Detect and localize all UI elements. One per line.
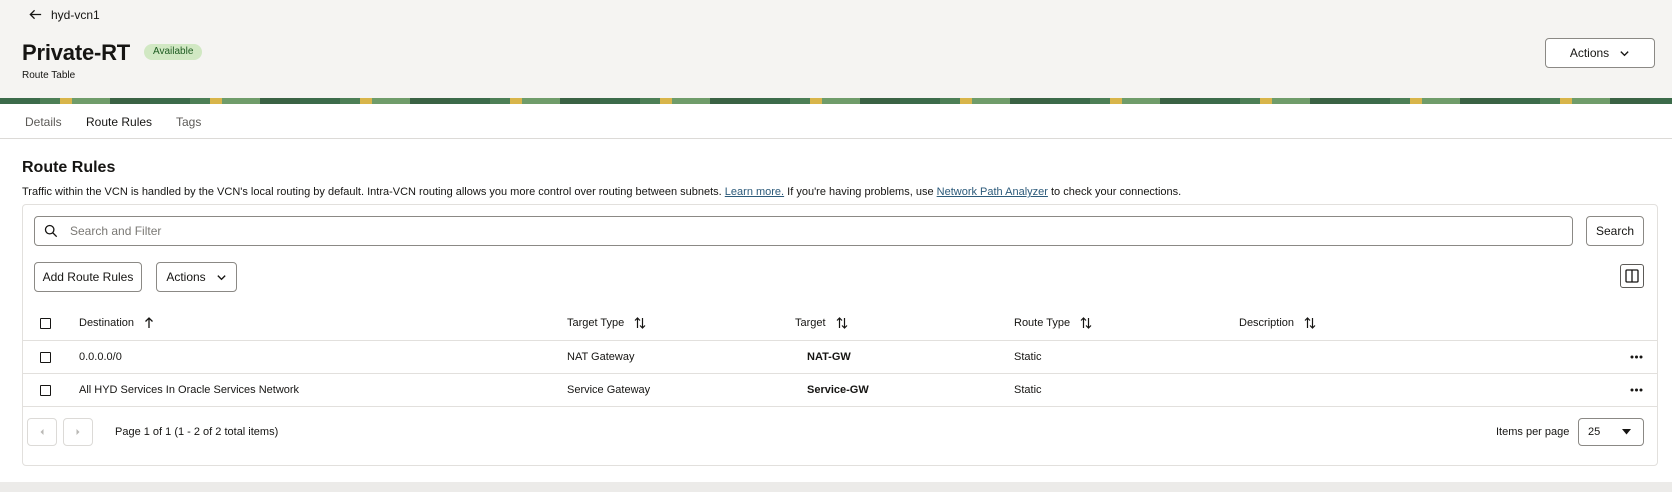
section-description: Traffic within the VCN is handled by the… (22, 186, 1181, 198)
add-route-rules-button[interactable]: Add Route Rules (34, 262, 142, 292)
footer-strip (0, 482, 1672, 492)
description-text: Traffic within the VCN is handled by the… (22, 186, 722, 198)
search-button[interactable]: Search (1586, 216, 1644, 246)
select-all-cell (40, 306, 51, 340)
target-type-cell: Service Gateway (567, 384, 651, 396)
column-header-label: Route Type (1014, 317, 1071, 329)
row-checkbox[interactable] (40, 384, 51, 396)
search-field[interactable] (34, 216, 1573, 246)
route-type-cell: Static (1014, 384, 1042, 396)
target-cell[interactable]: NAT-GW (807, 341, 851, 373)
column-header-label: Destination (79, 317, 135, 329)
back-link-label: hyd-vcn1 (51, 7, 100, 22)
row-actions-menu-icon[interactable] (1630, 374, 1643, 406)
target-type-cell: NAT Gateway (567, 351, 635, 363)
page-title: Private-RT (22, 40, 131, 65)
column-header-destination[interactable]: Destination (79, 306, 154, 340)
pagination-summary: Page 1 of 1 (1 - 2 of 2 total items) (115, 426, 279, 438)
search-icon (44, 224, 58, 238)
row-actions-menu-icon[interactable] (1630, 341, 1643, 373)
back-link[interactable]: hyd-vcn1 (28, 7, 100, 22)
search-input[interactable] (70, 224, 1470, 238)
table-row[interactable]: 0.0.0.0/0 NAT Gateway NAT-GW Static (23, 341, 1657, 374)
route-type-cell: Static (1014, 351, 1042, 363)
column-header-label: Description (1239, 317, 1295, 329)
items-per-page-label: Items per page (1496, 426, 1570, 438)
row-select-cell (40, 341, 51, 373)
sort-icon[interactable] (1080, 317, 1092, 329)
header-actions-button[interactable]: Actions (1545, 38, 1655, 68)
table-actions-label: Actions (166, 270, 206, 284)
row-select-cell (40, 374, 51, 406)
target-cell[interactable]: Service-GW (807, 374, 869, 406)
chevron-right-icon (76, 429, 80, 435)
tab-route-rules[interactable]: Route Rules (86, 115, 153, 141)
previous-page-button[interactable] (27, 418, 57, 446)
select-all-checkbox[interactable] (40, 317, 51, 329)
items-per-page-select[interactable]: 25 (1578, 418, 1644, 446)
column-settings-button[interactable] (1620, 264, 1644, 288)
column-header-description[interactable]: Description (1239, 306, 1316, 340)
section-title: Route Rules (22, 159, 116, 176)
column-header-label: Target Type (567, 317, 625, 329)
caret-down-icon (1622, 429, 1631, 435)
route-rules-panel: Search Add Route Rules Actions Destinati… (22, 204, 1658, 466)
learn-more-link[interactable]: Learn more. (725, 186, 784, 198)
sort-icon[interactable] (1304, 317, 1316, 329)
tab-details[interactable]: Details (25, 115, 62, 129)
column-header-target[interactable]: Target (795, 306, 848, 340)
status-badge: Available (144, 44, 203, 60)
sort-icon[interactable] (634, 317, 646, 329)
sort-ascending-icon[interactable] (144, 317, 154, 329)
pagination-bar: Page 1 of 1 (1 - 2 of 2 total items) Ite… (23, 407, 1657, 465)
page-subtitle: Route Table (22, 70, 76, 81)
main-content: Route Rules Traffic within the VCN is ha… (0, 139, 1672, 492)
sort-icon[interactable] (836, 317, 848, 329)
destination-cell: All HYD Services In Oracle Services Netw… (79, 384, 300, 396)
table-row[interactable]: All HYD Services In Oracle Services Netw… (23, 374, 1657, 407)
table-actions-button[interactable]: Actions (156, 262, 237, 292)
header-actions-label: Actions (1569, 46, 1610, 60)
next-page-button[interactable] (63, 418, 93, 446)
arrow-left-icon (29, 9, 42, 20)
page-header: hyd-vcn1 Private-RT Available Route Tabl… (0, 0, 1672, 98)
description-text: If you're having problems, use (787, 186, 934, 198)
column-header-route-type[interactable]: Route Type (1014, 306, 1092, 340)
tab-tags[interactable]: Tags (176, 115, 201, 129)
description-text: to check your connections. (1050, 186, 1182, 198)
column-header-target-type[interactable]: Target Type (567, 306, 646, 340)
items-per-page-value: 25 (1588, 426, 1601, 438)
columns-icon (1625, 269, 1639, 283)
chevron-down-icon (217, 274, 226, 280)
row-checkbox[interactable] (40, 351, 51, 363)
tab-bar: Details Route Rules Tags (0, 104, 1672, 141)
column-header-label: Target (795, 317, 826, 329)
chevron-left-icon (40, 429, 44, 435)
chevron-down-icon (1620, 50, 1629, 56)
destination-cell: 0.0.0.0/0 (79, 351, 122, 363)
table-header-row: Destination Target Type Target Route Typ… (23, 306, 1657, 341)
network-path-analyzer-link[interactable]: Network Path Analyzer (937, 186, 1048, 198)
